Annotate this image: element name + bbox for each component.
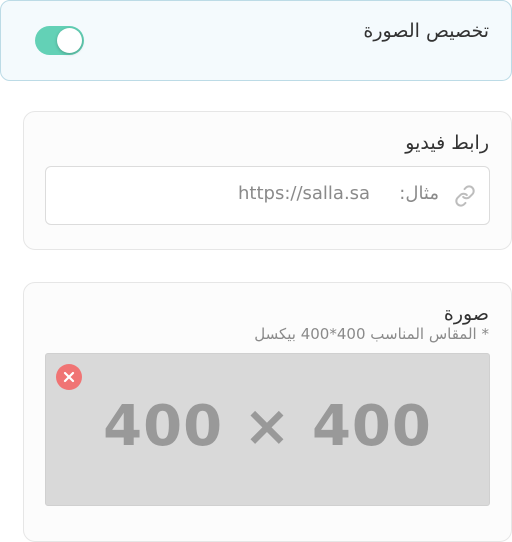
video-link-placeholder-label: مثال: — [399, 183, 439, 204]
customize-image-header: تخصيص الصورة — [0, 0, 512, 81]
remove-image-button[interactable] — [56, 364, 82, 390]
video-link-card: رابط فيديو مثال: https://salla.sa — [23, 111, 512, 250]
close-icon — [63, 371, 75, 383]
image-size-hint: * المقاس المناسب 400*400 بيكسل — [254, 325, 489, 343]
link-icon — [454, 185, 476, 207]
image-placeholder-text: 400 × 400 — [103, 394, 432, 459]
video-link-input[interactable]: مثال: https://salla.sa — [45, 166, 490, 225]
video-link-label: رابط فيديو — [405, 132, 489, 154]
video-link-placeholder-value: https://salla.sa — [238, 183, 371, 204]
image-card: صورة * المقاس المناسب 400*400 بيكسل 400 … — [23, 282, 512, 542]
image-label: صورة — [443, 303, 489, 325]
customize-image-toggle[interactable] — [35, 26, 84, 55]
customize-image-title: تخصيص الصورة — [363, 20, 489, 42]
image-preview[interactable]: 400 × 400 — [45, 353, 490, 506]
toggle-knob — [57, 28, 82, 53]
